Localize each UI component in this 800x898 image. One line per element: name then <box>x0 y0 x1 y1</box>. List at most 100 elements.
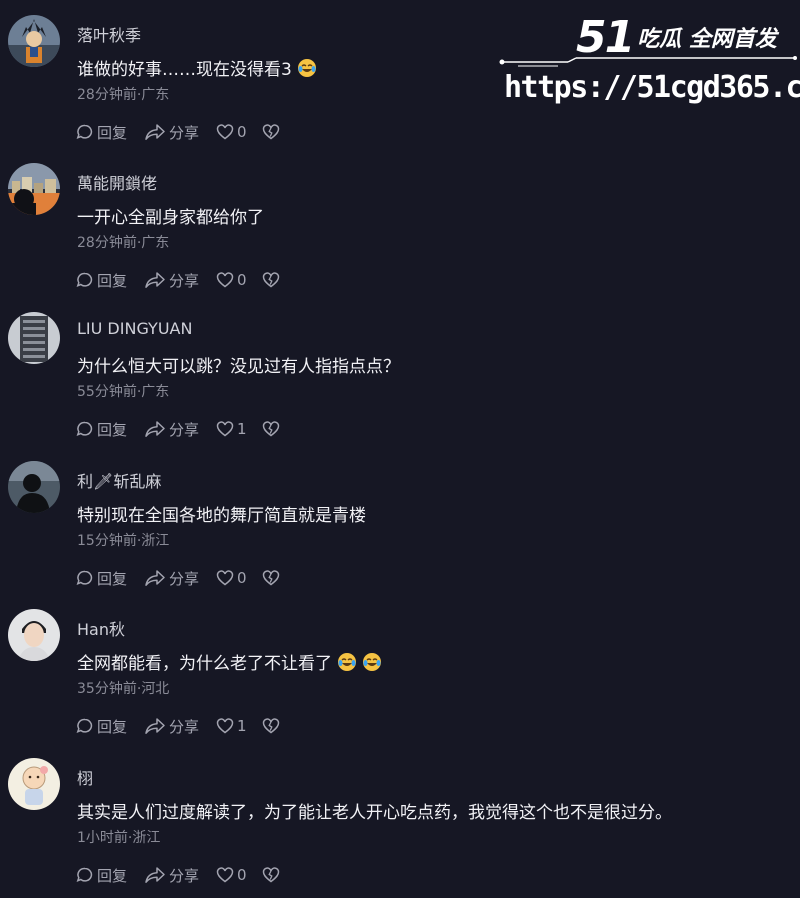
cityscape-avatar <box>8 163 60 215</box>
comment-meta: 28分钟前·广东 <box>77 87 170 103</box>
broken-heart-icon <box>262 570 280 586</box>
username[interactable]: 萬能開鎖佬 <box>77 170 157 194</box>
dislike-button[interactable] <box>262 271 283 289</box>
laugh-cry-emoji <box>337 652 357 677</box>
heart-icon <box>216 718 234 734</box>
dislike-button[interactable] <box>262 866 283 884</box>
reply-icon <box>76 570 93 585</box>
dislike-button[interactable] <box>262 420 283 438</box>
comment-actions: 回复 分享 0 <box>76 568 283 588</box>
username[interactable]: 栩 <box>77 765 93 789</box>
heart-icon <box>216 124 234 140</box>
username[interactable]: LIU DINGYUAN <box>77 319 192 338</box>
cartoon-baby-avatar <box>8 758 60 810</box>
broken-heart-icon <box>262 867 280 883</box>
share-icon <box>145 867 165 883</box>
share-icon <box>145 272 165 288</box>
like-button[interactable]: 0 <box>216 569 262 587</box>
comment-meta: 28分钟前·广东 <box>77 235 170 251</box>
comment-meta: 1小时前·浙江 <box>77 830 161 846</box>
comment-actions: 回复 分享 0 <box>76 865 283 885</box>
anime-character-avatar <box>8 15 60 67</box>
broken-heart-icon <box>262 124 280 140</box>
reply-button[interactable]: 回复 <box>76 270 144 291</box>
dislike-button[interactable] <box>262 123 283 141</box>
reply-icon <box>76 421 93 436</box>
watermark-logo-text: 吃瓜 全网首发 <box>637 27 777 52</box>
like-count: 1 <box>237 717 247 735</box>
comment-actions: 回复 分享 1 <box>76 716 283 736</box>
comment-actions: 回复 分享 0 <box>76 122 283 142</box>
comment-meta: 55分钟前·广东 <box>77 384 170 400</box>
reply-icon <box>76 272 93 287</box>
portrait-avatar <box>8 609 60 661</box>
broken-heart-icon <box>262 421 280 437</box>
comment-text: 全网都能看，为什么老了不让看了 <box>77 649 382 677</box>
like-count: 0 <box>237 866 247 884</box>
user-avatar[interactable] <box>8 312 60 364</box>
reply-button[interactable]: 回复 <box>76 865 144 886</box>
watermark: 51吃瓜 全网首发 https://51cgd365.com <box>498 10 800 110</box>
comment-section: 落叶秋季 谁做的好事……现在没得看3 28分钟前·广东 回复 分享 0 萬能開鎖… <box>0 0 800 898</box>
silhouette-avatar <box>8 461 60 513</box>
heart-icon <box>216 570 234 586</box>
share-button[interactable]: 分享 <box>144 568 216 589</box>
reply-icon <box>76 718 93 733</box>
share-icon <box>145 570 165 586</box>
share-button[interactable]: 分享 <box>144 122 216 143</box>
share-icon <box>145 124 165 140</box>
comment-item: 利🗡斩乱麻 特别现在全国各地的舞厅简直就是青楼 15分钟前·浙江 回复 分享 0 <box>0 446 800 594</box>
comment-text: 一开心全副身家都给你了 <box>77 208 264 228</box>
reply-icon <box>76 867 93 882</box>
broken-heart-icon <box>262 272 280 288</box>
broken-heart-icon <box>262 718 280 734</box>
user-avatar[interactable] <box>8 163 60 215</box>
like-button[interactable]: 0 <box>216 271 262 289</box>
laugh-cry-emoji <box>362 652 382 677</box>
reply-button[interactable]: 回复 <box>76 419 144 440</box>
like-button[interactable]: 0 <box>216 123 262 141</box>
share-button[interactable]: 分享 <box>144 865 216 886</box>
comment-text: 特别现在全国各地的舞厅简直就是青楼 <box>77 506 366 526</box>
dislike-button[interactable] <box>262 569 283 587</box>
like-button[interactable]: 1 <box>216 420 262 438</box>
building-avatar <box>8 312 60 364</box>
user-avatar[interactable] <box>8 609 60 661</box>
watermark-circuit-line <box>499 56 797 67</box>
dislike-button[interactable] <box>262 717 283 735</box>
reply-button[interactable]: 回复 <box>76 716 144 737</box>
comment-text: 其实是人们过度解读了，为了能让老人开心吃点药，我觉得这个也不是很过分。 <box>77 803 672 823</box>
comment-item: 萬能開鎖佬 一开心全副身家都给你了 28分钟前·广东 回复 分享 0 <box>0 148 800 296</box>
like-count: 0 <box>237 123 247 141</box>
comment-actions: 回复 分享 1 <box>76 419 283 439</box>
share-button[interactable]: 分享 <box>144 716 216 737</box>
user-avatar[interactable] <box>8 758 60 810</box>
reply-icon <box>76 124 93 139</box>
heart-icon <box>216 272 234 288</box>
heart-icon <box>216 421 234 437</box>
comment-meta: 35分钟前·河北 <box>77 681 170 697</box>
reply-button[interactable]: 回复 <box>76 122 144 143</box>
laugh-cry-emoji <box>297 58 317 83</box>
share-button[interactable]: 分享 <box>144 270 216 291</box>
user-avatar[interactable] <box>8 461 60 513</box>
username[interactable]: 利🗡斩乱麻 <box>77 468 161 492</box>
username[interactable]: 落叶秋季 <box>77 22 141 46</box>
comment-item: 栩 其实是人们过度解读了，为了能让老人开心吃点药，我觉得这个也不是很过分。 1小… <box>0 743 800 891</box>
username[interactable]: Han秋 <box>77 616 125 640</box>
like-count: 0 <box>237 569 247 587</box>
comment-meta: 15分钟前·浙江 <box>77 533 170 549</box>
comment-item: Han秋 全网都能看，为什么老了不让看了 35分钟前·河北 回复 分享 1 <box>0 594 800 742</box>
comment-item: LIU DINGYUAN 为什么恒大可以跳？没见过有人指指点点？ 55分钟前·广… <box>0 297 800 445</box>
share-button[interactable]: 分享 <box>144 419 216 440</box>
like-button[interactable]: 1 <box>216 717 262 735</box>
user-avatar[interactable] <box>8 15 60 67</box>
reply-button[interactable]: 回复 <box>76 568 144 589</box>
comment-actions: 回复 分享 0 <box>76 270 283 290</box>
watermark-url: https://51cgd365.com <box>504 70 800 105</box>
share-icon <box>145 421 165 437</box>
like-count: 1 <box>237 420 247 438</box>
share-icon <box>145 718 165 734</box>
heart-icon <box>216 867 234 883</box>
like-button[interactable]: 0 <box>216 866 262 884</box>
